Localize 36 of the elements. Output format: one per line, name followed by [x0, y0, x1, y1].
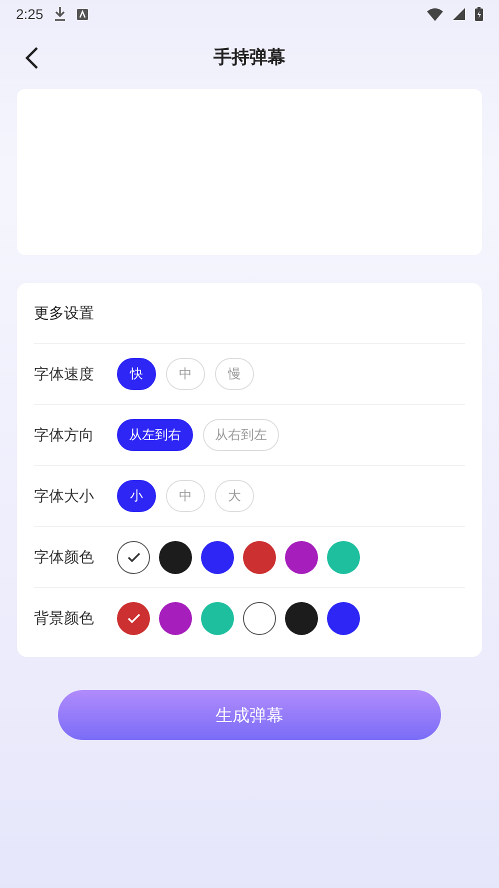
color-swatch[interactable] — [243, 602, 276, 634]
setting-label: 背景颜色 — [34, 608, 95, 628]
check-icon — [126, 612, 140, 624]
setting-label: 字体方向 — [34, 426, 95, 444]
download-icon — [53, 6, 68, 22]
color-swatch[interactable] — [285, 540, 318, 574]
check-icon — [126, 552, 140, 562]
generate-button[interactable]: 生成弹幕 — [58, 690, 441, 740]
option-chip[interactable]: 从左到右 — [117, 419, 193, 451]
option-chip[interactable]: 慢 — [215, 358, 254, 390]
notification-icon — [77, 8, 88, 20]
color-swatch[interactable] — [285, 602, 318, 634]
color-swatch[interactable] — [117, 540, 150, 574]
option-chip[interactable]: 快 — [117, 358, 156, 390]
page-title: 手持弹幕 — [214, 46, 286, 69]
color-swatch[interactable] — [201, 602, 234, 634]
color-swatch[interactable] — [327, 540, 360, 574]
section-title: 更多设置 — [34, 304, 94, 322]
option-chip[interactable]: 中 — [166, 480, 205, 512]
battery-icon — [475, 7, 483, 21]
setting-label: 字体速度 — [34, 364, 95, 384]
color-swatch[interactable] — [201, 540, 234, 574]
color-swatch[interactable] — [159, 602, 192, 634]
setting-label: 字体大小 — [34, 486, 95, 506]
option-chip[interactable]: 小 — [117, 480, 156, 512]
color-swatch[interactable] — [243, 540, 276, 574]
status-time: 2:25 — [16, 6, 44, 22]
option-chip[interactable]: 大 — [215, 480, 254, 512]
wifi-icon — [427, 8, 443, 20]
option-chip[interactable]: 中 — [166, 358, 205, 390]
setting-label: 字体颜色 — [34, 548, 95, 566]
color-swatch[interactable] — [327, 602, 360, 634]
color-swatch[interactable] — [159, 540, 192, 574]
color-swatch[interactable] — [117, 602, 150, 634]
option-chip[interactable]: 从右到左 — [203, 419, 279, 451]
signal-icon — [453, 8, 465, 20]
